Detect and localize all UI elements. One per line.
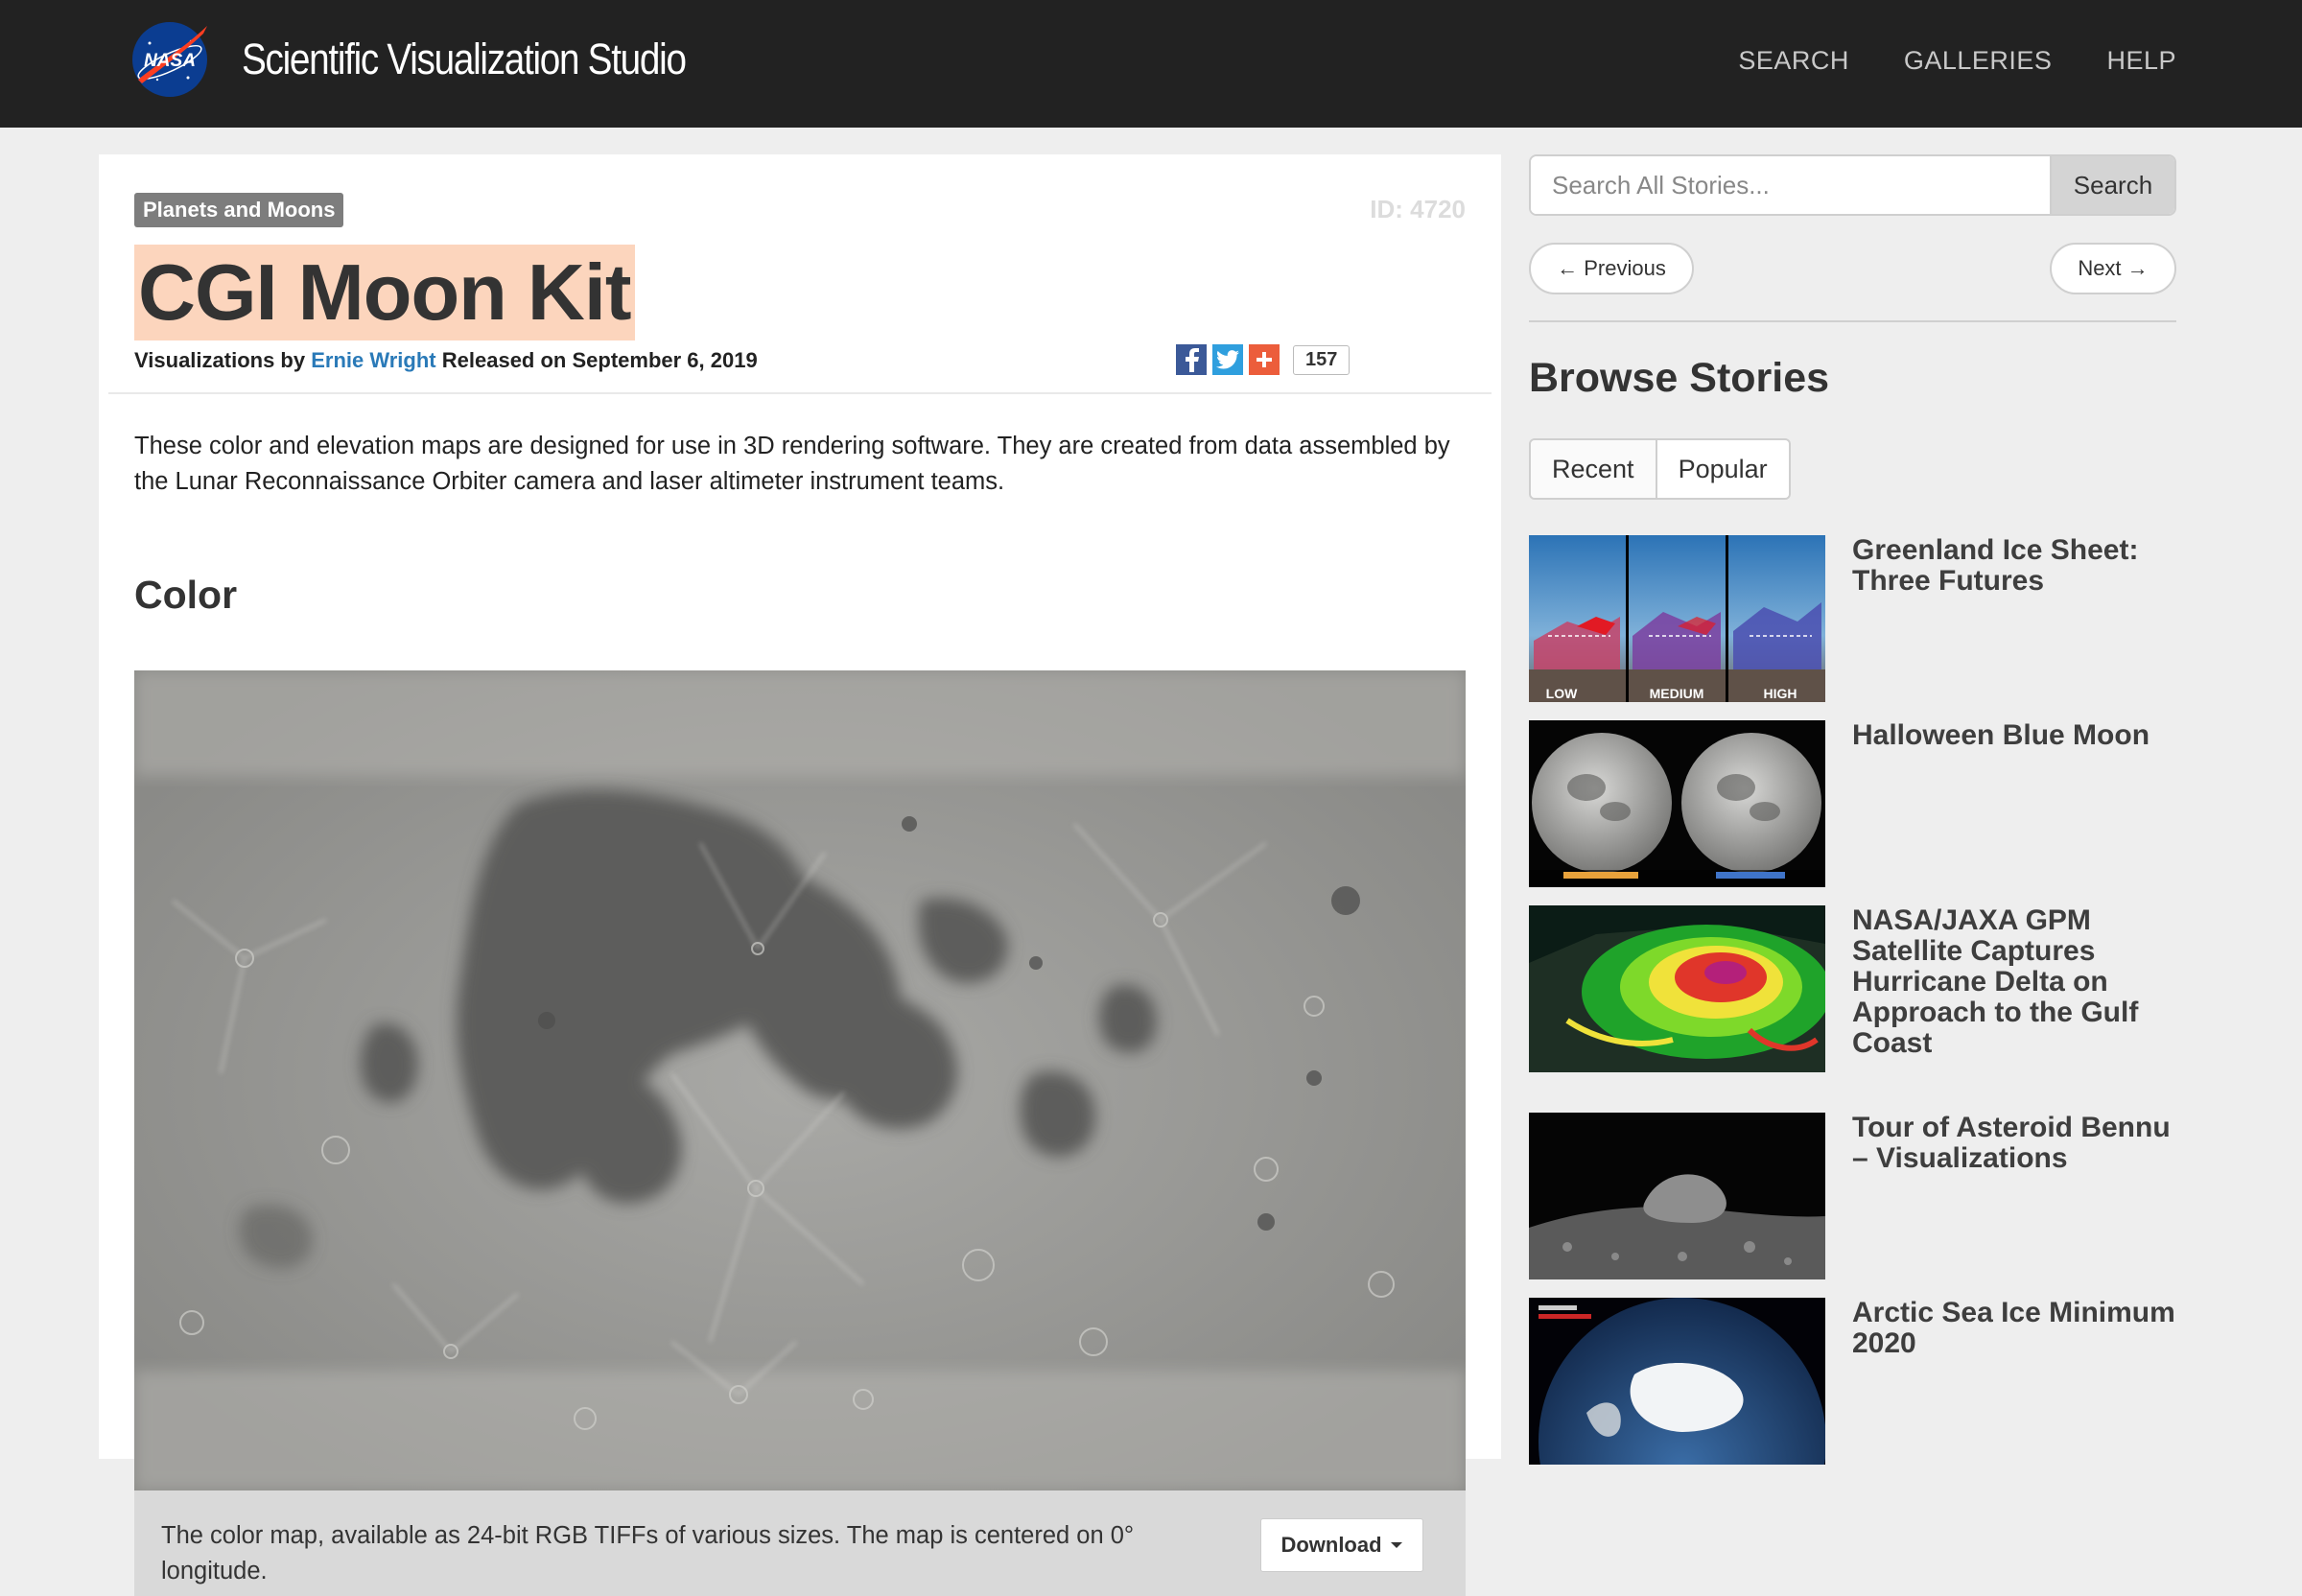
download-label: Download [1280,1533,1382,1557]
sidebar-divider [1529,320,2176,322]
thumb-label: LOW [1546,686,1578,701]
facebook-icon[interactable] [1176,344,1207,375]
tab-popular[interactable]: Popular [1655,440,1789,498]
nav-search-link[interactable]: SEARCH [1738,46,1849,76]
page-title: CGI Moon Kit [134,245,635,340]
byline-prefix: Visualizations by [134,348,306,372]
story-content: Planets and Moons ID: 4720 CGI Moon Kit … [99,154,1501,1596]
section-heading-color: Color [134,573,238,617]
tab-recent[interactable]: Recent [1531,440,1656,498]
story-title-link[interactable]: NASA/JAXA GPM Satellite Captures Hurrica… [1852,905,2176,1059]
nav-help-link[interactable]: HELP [2106,46,2176,76]
story-list-item: LOW MEDIUM HIGH Greenland Ice Sheet: Thr… [1529,535,2176,702]
image-caption: The color map, available as 24-bit RGB T… [134,1490,1466,1596]
download-button[interactable]: Download [1260,1518,1423,1572]
story-list-item: NASA/JAXA GPM Satellite Captures Hurrica… [1529,905,2176,1097]
previous-button[interactable]: ← Previous [1529,243,1694,294]
next-button[interactable]: Next → [2050,243,2176,294]
browse-stories-heading: Browse Stories [1529,355,1830,401]
share-plus-icon[interactable] [1249,344,1280,375]
story-thumbnail-greenland[interactable]: LOW MEDIUM HIGH [1529,535,1825,702]
svg-text:NASA: NASA [144,51,196,71]
moon-color-map-image[interactable] [134,670,1466,1490]
nav-galleries-link[interactable]: GALLERIES [1904,46,2053,76]
twitter-icon[interactable] [1212,344,1243,375]
caret-down-icon [1390,1542,1402,1548]
thumb-label: HIGH [1764,686,1797,701]
search-input[interactable] [1531,156,2050,214]
share-count: 157 [1293,344,1351,375]
browse-tabs: Recent Popular [1529,438,1791,500]
story-id: ID: 4720 [1370,195,1466,223]
story-title-link[interactable]: Arctic Sea Ice Minimum 2020 [1852,1298,2176,1359]
social-share: 157 [1176,344,1351,375]
top-navigation-bar: NASA Scientific Visualization Studio SEA… [0,0,2302,128]
byline: Visualizations by Ernie Wright Released … [134,348,758,373]
story-list-item: Tour of Asteroid Bennu – Visualizations [1529,1113,2176,1279]
thumb-label: MEDIUM [1650,686,1704,701]
story-thumbnail-blue-moon[interactable] [1529,720,1825,887]
story-thumbnail-arctic-sea-ice[interactable] [1529,1298,1825,1465]
top-nav: SEARCH GALLERIES HELP [1738,46,2176,76]
story-thumbnail-bennu[interactable] [1529,1113,1825,1279]
story-thumbnail-hurricane-delta[interactable] [1529,905,1825,1072]
nasa-logo-icon[interactable]: NASA [130,20,209,99]
caption-text: The color map, available as 24-bit RGB T… [161,1522,1135,1584]
release-date: Released on September 6, 2019 [441,348,758,372]
category-tag[interactable]: Planets and Moons [134,193,344,227]
story-list-item: Arctic Sea Ice Minimum 2020 [1529,1298,2176,1465]
title-divider [108,392,1492,394]
story-title-link[interactable]: Halloween Blue Moon [1852,720,2176,751]
search-button[interactable]: Search [2050,156,2174,214]
story-title-link[interactable]: Greenland Ice Sheet: Three Futures [1852,535,2176,597]
story-search-box: Search [1529,154,2176,216]
author-link[interactable]: Ernie Wright [311,348,435,372]
story-title-link[interactable]: Tour of Asteroid Bennu – Visualizations [1852,1113,2176,1174]
site-title[interactable]: Scientific Visualization Studio [242,35,687,84]
story-list-item: Halloween Blue Moon [1529,720,2176,887]
story-description: These color and elevation maps are desig… [134,433,1450,495]
